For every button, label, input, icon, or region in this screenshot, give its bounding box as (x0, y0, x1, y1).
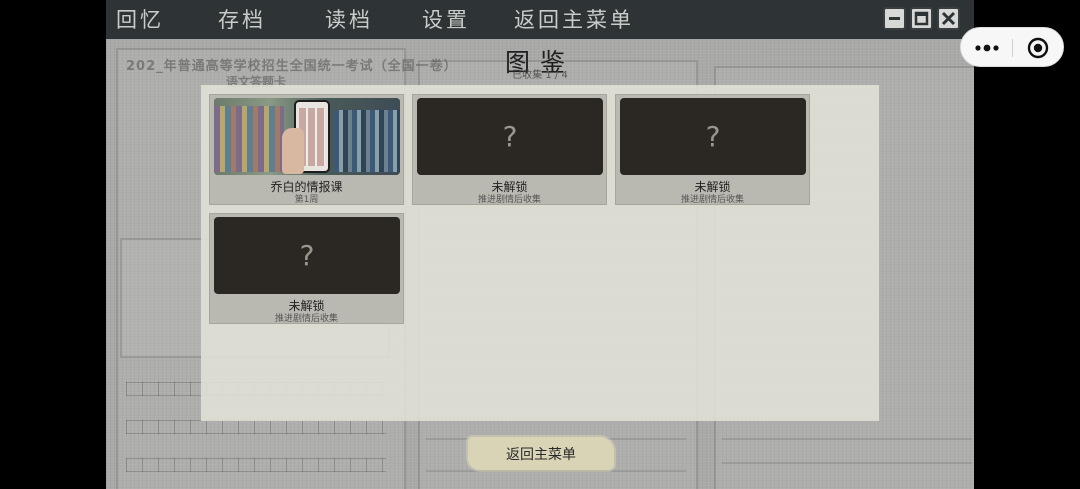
menu-item-settings[interactable]: 设置 (422, 4, 470, 34)
gallery-panel: 乔白的情报课 第1周 ? 未解锁 推进剧情后收集 ? 未解锁 推进剧情后收集 ?… (201, 85, 879, 421)
capsule-divider (1012, 39, 1013, 57)
gallery-card-locked[interactable]: ? 未解锁 推进剧情后收集 (209, 213, 404, 324)
menu-item-recall[interactable]: 回忆 (116, 4, 164, 34)
card-subtitle: 推进剧情后收集 (477, 195, 541, 205)
backdrop-line (722, 462, 972, 464)
card-subtitle: 推进剧情后收集 (274, 314, 338, 324)
card-thumbnail (214, 98, 400, 175)
close-button[interactable] (937, 7, 960, 30)
menu-item-save[interactable]: 存档 (218, 4, 266, 34)
maximize-button[interactable] (910, 7, 933, 30)
shelf-image (214, 106, 284, 172)
close-target-icon[interactable] (1027, 37, 1049, 59)
question-mark-icon: ? (299, 239, 315, 272)
card-thumbnail: ? (620, 98, 806, 175)
card-photo (214, 98, 400, 175)
return-main-menu-button[interactable]: 返回主菜单 (468, 437, 614, 470)
card-subtitle: 推进剧情后收集 (680, 195, 744, 205)
backdrop-line (722, 438, 972, 440)
card-thumbnail: ? (417, 98, 603, 175)
gallery-card[interactable]: 乔白的情报课 第1周 (209, 94, 404, 205)
maximize-icon (914, 11, 929, 26)
shelf-image (334, 110, 400, 172)
hand-image (282, 128, 304, 174)
question-mark-icon: ? (502, 120, 518, 153)
game-stage: 202_年普通高等学校招生全国统一考试（全国一卷） 语文答题卡 回忆 存档 读档… (106, 0, 974, 489)
menu-item-main-menu[interactable]: 返回主菜单 (514, 4, 634, 34)
close-icon (941, 11, 956, 26)
card-thumbnail: ? (214, 217, 400, 294)
top-menu-bar: 回忆 存档 读档 设置 返回主菜单 (106, 0, 974, 39)
collected-count: 已收集 1 / 4 (512, 70, 568, 81)
gallery-card-locked[interactable]: ? 未解锁 推进剧情后收集 (412, 94, 607, 205)
more-icon[interactable] (974, 41, 1000, 55)
backdrop-line (426, 470, 686, 472)
menu-item-load[interactable]: 读档 (325, 4, 373, 34)
minimize-button[interactable] (883, 7, 906, 30)
backdrop-grid-row (126, 458, 386, 472)
backdrop-grid-row (126, 420, 386, 434)
card-subtitle: 第1周 (294, 195, 319, 205)
question-mark-icon: ? (705, 120, 721, 153)
gallery-card-locked[interactable]: ? 未解锁 推进剧情后收集 (615, 94, 810, 205)
mini-program-capsule (960, 27, 1064, 67)
minimize-icon (889, 17, 900, 20)
